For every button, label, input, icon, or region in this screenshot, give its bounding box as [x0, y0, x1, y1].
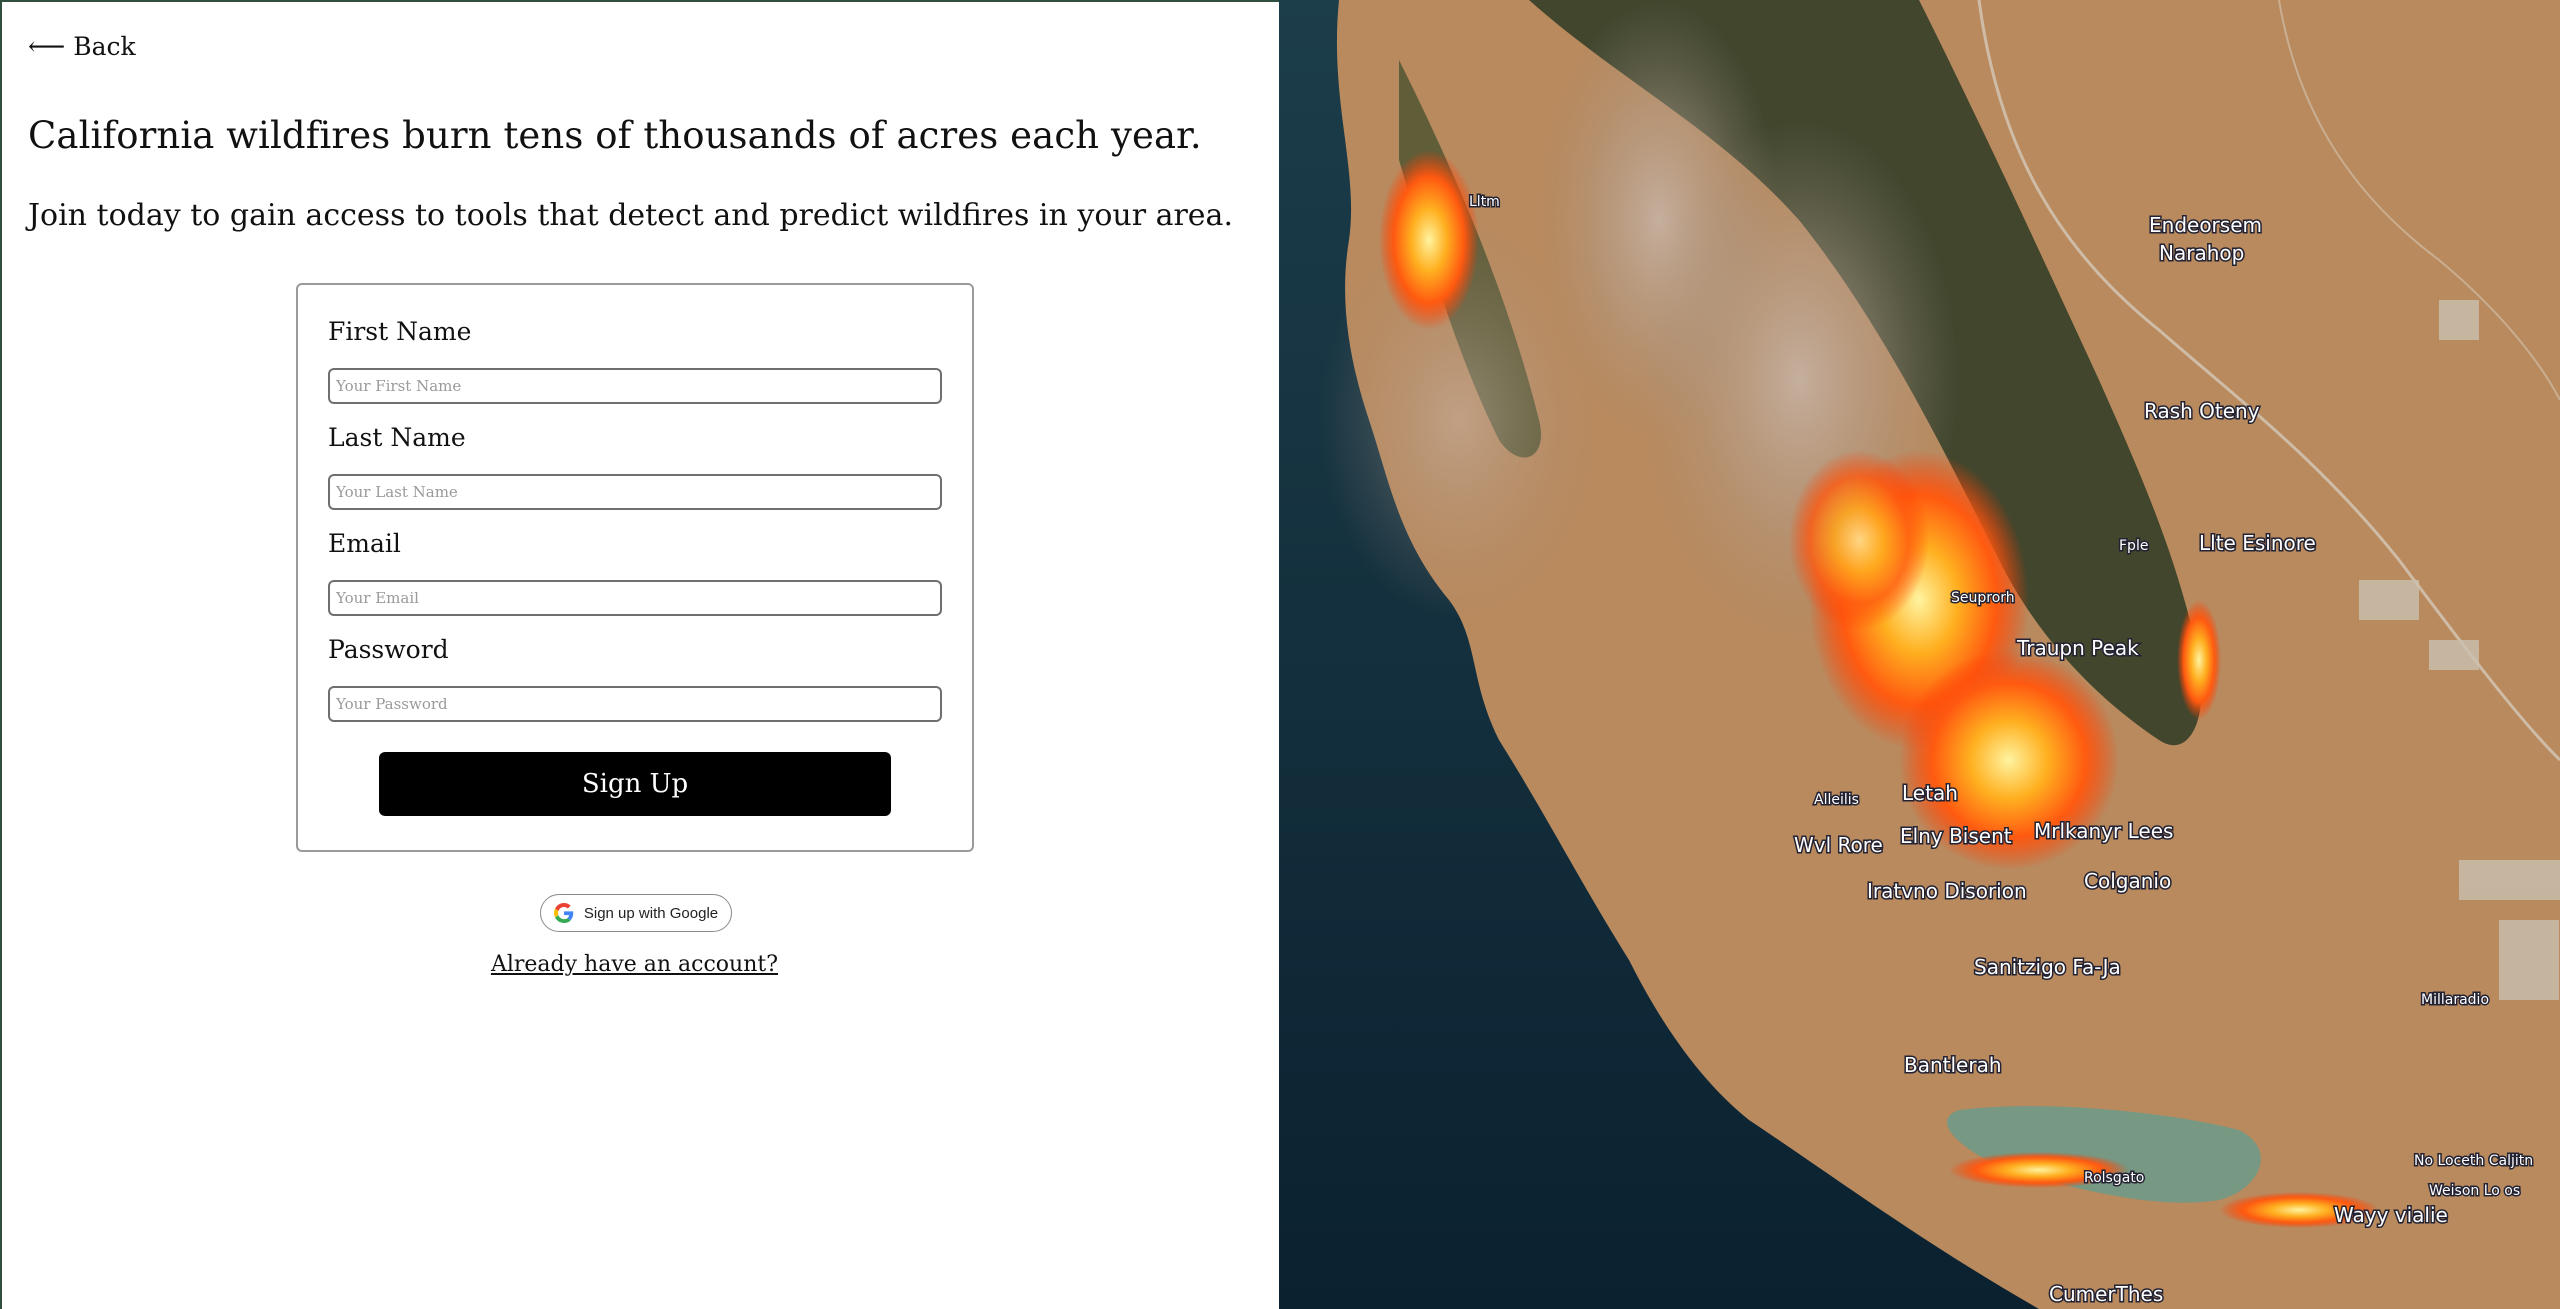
email-input[interactable] — [328, 580, 942, 616]
map-place-label: Sanitzigo Fa-Ja — [1974, 955, 2121, 979]
last-name-label: Last Name — [328, 423, 466, 452]
email-label: Email — [328, 529, 401, 558]
map-place-label: No Loceth Caljitn — [2414, 1153, 2533, 1169]
page-subheading: Join today to gain access to tools that … — [28, 198, 1233, 233]
signup-form: First Name Last Name Email Password Sign… — [296, 283, 974, 852]
map-place-label: Wayy vialie — [2334, 1203, 2448, 1227]
map-place-label: Llte Esinore — [2199, 531, 2316, 555]
map-place-label: Fple — [2119, 538, 2148, 554]
sign-up-button[interactable]: Sign Up — [379, 752, 891, 816]
map-place-label: CumerThes — [2049, 1282, 2163, 1306]
map-place-label: Bantlerah — [1904, 1053, 2002, 1077]
first-name-label: First Name — [328, 317, 472, 346]
map-place-label: Lltm — [1469, 194, 1500, 210]
signup-panel: ⟵ Back California wildfires burn tens of… — [0, 0, 1279, 1309]
map-place-label: Narahop — [2159, 241, 2244, 265]
fire-north — [1789, 450, 1929, 630]
map-place-label: Mrlkanyr Lees — [2034, 819, 2173, 843]
google-signup-label: Sign up with Google — [583, 904, 719, 922]
map-place-label: Traupn Peak — [2016, 636, 2139, 660]
map-place-label: Alleilis — [1814, 792, 1859, 808]
password-input[interactable] — [328, 686, 942, 722]
google-g-icon — [553, 903, 574, 923]
map-place-label: Letah — [1902, 781, 1958, 805]
map-place-label: Seuprorh — [1951, 590, 2015, 606]
last-name-input[interactable] — [328, 474, 942, 510]
map-place-label: Millaradio — [2421, 992, 2489, 1008]
map-image: Lltm Endeorsem Narahop Rash Oteny Fple Llte E… — [1279, 0, 2560, 1309]
login-link[interactable]: Already have an account? — [2, 952, 1267, 977]
satellite-wildfire-map: Lltm Endeorsem Narahop Rash Oteny Fple Llte E… — [1279, 0, 2560, 1309]
map-place-label: Elny Bisent — [1900, 824, 2012, 848]
back-arrow-icon: ⟵ — [28, 31, 66, 62]
back-label: Back — [73, 32, 136, 61]
map-place-label: Rash Oteny — [2144, 399, 2260, 423]
map-place-label: Endeorsem — [2149, 213, 2262, 237]
fire-east — [2177, 600, 2221, 720]
map-place-label: Weison Lo os — [2429, 1183, 2520, 1199]
google-signup-button[interactable]: Sign up with Google — [540, 894, 732, 932]
fire-coast — [1379, 150, 1479, 330]
back-link[interactable]: ⟵ Back — [28, 32, 136, 61]
map-place-label: Rolsgato — [2084, 1170, 2144, 1186]
first-name-input[interactable] — [328, 368, 942, 404]
password-label: Password — [328, 635, 449, 664]
map-place-label: Wvl Rore — [1794, 833, 1883, 857]
map-place-label: Iratvno Disorion — [1867, 879, 2027, 903]
page-headline: California wildfires burn tens of thousa… — [28, 114, 1202, 157]
map-place-label: Colganio — [2084, 869, 2171, 893]
